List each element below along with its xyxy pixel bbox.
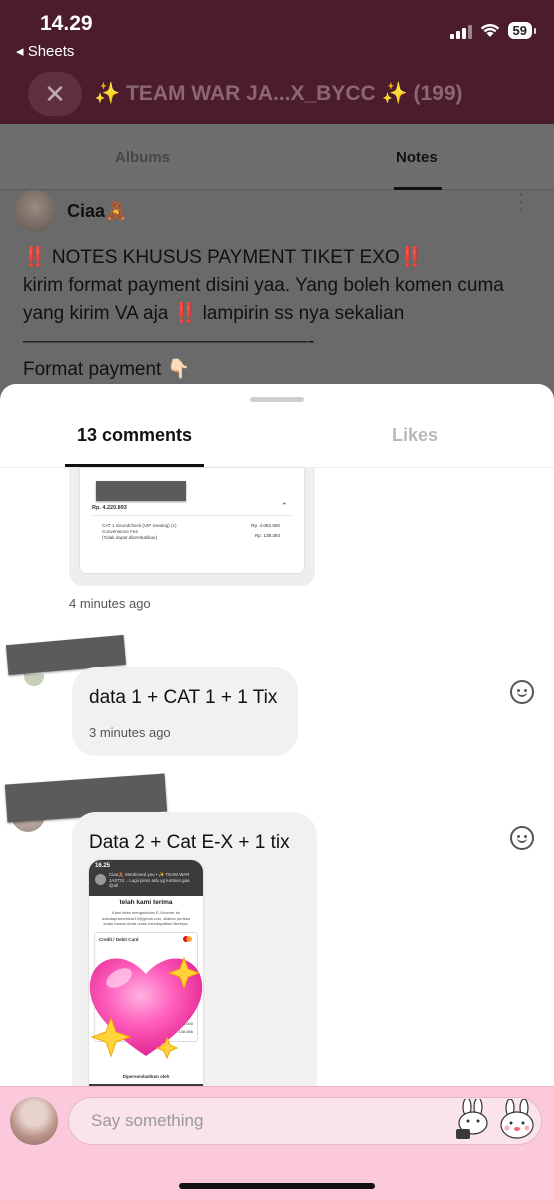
bunny-sticker-icon[interactable]: [452, 1099, 494, 1141]
comment-text: data 1 + CAT 1 + 1 Tix: [89, 687, 278, 708]
receipt-amount: Rp. 4.220.893: [92, 505, 127, 511]
receipt-note: (Tidak dapat dikembalikan): [102, 535, 157, 540]
comment-image-attachment[interactable]: Rp. 4.220.893 ⌃ CAT 1 Soundcheck (VIP Se…: [69, 468, 315, 586]
status-icons: 59: [449, 22, 537, 39]
sheet-grabber[interactable]: [250, 397, 304, 402]
album-notes-tabs: Albums Notes: [0, 124, 554, 190]
signal-icon: [449, 23, 472, 39]
screenshot-title: telah kami terima: [119, 899, 173, 906]
screenshot-status-area: 16.25 Ciaa🧸 Mentioned you • ✨ TEAM WAR J…: [89, 860, 203, 896]
group-header: 14.29 ◂ Sheets 59 ✕ ✨ TEAM WAR JA...X_BY…: [0, 0, 554, 124]
comment-bubble[interactable]: Data 2 + Cat E-X + 1 tix 16.25 Ciaa🧸 Men…: [72, 812, 317, 1112]
redaction-bar: [96, 481, 186, 501]
comment-bubble[interactable]: data 1 + CAT 1 + 1 Tix 3 minutes ago: [72, 667, 298, 756]
tab-comments[interactable]: 13 comments: [77, 425, 192, 446]
screenshot-body: Kami telah mengirimkan E-Voucher ke adin…: [102, 910, 190, 926]
receipt-item-price: Rp. 4.082.500: [251, 523, 280, 528]
payment-receipt-screenshot: Rp. 4.220.893 ⌃ CAT 1 Soundcheck (VIP Se…: [80, 468, 304, 573]
status-time: 14.29: [40, 12, 93, 35]
chevron-up-icon: ⌃: [280, 501, 288, 511]
author-avatar[interactable]: [14, 190, 56, 232]
receipt-fee-price: Rp. 138.393: [254, 533, 280, 538]
divider: [92, 515, 292, 516]
screenshot-notification: Ciaa🧸 Mentioned you • ✨ TEAM WAR JASTIX.…: [109, 872, 190, 888]
close-button[interactable]: ✕: [28, 72, 82, 116]
comment-image-attachment[interactable]: 16.25 Ciaa🧸 Mentioned you • ✨ TEAM WAR J…: [89, 860, 203, 1090]
comment-timestamp: 3 minutes ago: [89, 725, 171, 740]
receipt-items: CAT 1 Soundcheck (VIP Seating) (1) Conve…: [102, 523, 212, 541]
battery-icon: 59: [507, 22, 537, 39]
tab-likes[interactable]: Likes: [392, 425, 438, 446]
comments-sheet: 13 comments Likes Rp. 4.220.893 ⌃ CAT 1 …: [0, 384, 554, 1200]
comment-composer: [0, 1086, 554, 1200]
commenter-avatar[interactable]: [24, 674, 44, 686]
bunny-sticker-icon[interactable]: [496, 1099, 538, 1141]
more-options-icon[interactable]: ⋮: [510, 191, 532, 213]
home-indicator: [179, 1183, 375, 1189]
close-icon: ✕: [44, 78, 66, 109]
back-to-sheets-link[interactable]: ◂ Sheets: [16, 42, 74, 60]
screenshot-time: 16.25: [95, 863, 111, 869]
smiley-react-icon[interactable]: [510, 680, 534, 704]
tab-albums[interactable]: Albums: [115, 149, 170, 166]
sparkling-heart-icon: [89, 956, 203, 1060]
note-post: Ciaa🧸 ⋮ ‼️ NOTES KHUSUS PAYMENT TIKET EX…: [0, 190, 554, 408]
avatar: [95, 874, 106, 885]
wifi-icon: [480, 23, 500, 38]
comment-timestamp: 4 minutes ago: [69, 596, 151, 611]
my-avatar: [10, 1097, 58, 1145]
tab-notes[interactable]: Notes: [396, 149, 438, 166]
comment-text: Data 2 + Cat E-X + 1 tix: [89, 832, 290, 853]
author-name[interactable]: Ciaa🧸: [67, 201, 127, 222]
group-title: ✨ TEAM WAR JA...X_BYCC ✨ (199): [94, 82, 463, 105]
screenshot-footer: Dipersembahkan oleh: [122, 1074, 170, 1079]
smiley-react-icon[interactable]: [510, 826, 534, 850]
